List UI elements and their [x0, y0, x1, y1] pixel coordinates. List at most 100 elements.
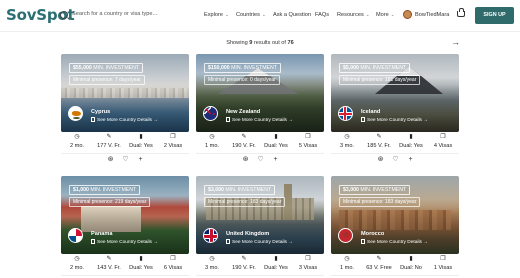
nav-resources[interactable]: Resources ⌄ [337, 12, 370, 18]
stat-processing-time: ◷ 2 mo. [61, 134, 93, 149]
clock-icon: ◷ [74, 134, 80, 140]
clock-icon: ◷ [209, 134, 215, 140]
presence-badge: Minimal presence: 183 days/year [204, 197, 286, 207]
passport-icon: ✎ [376, 134, 382, 140]
stat-visa-free: ✎ 190 V. Fr. [228, 256, 260, 271]
card-actions: ⊛ ♡ + [331, 155, 459, 165]
nav-explore[interactable]: Explore ⌄ [204, 12, 229, 18]
compare-icon[interactable]: ⊛ [106, 155, 115, 164]
card-stats: ◷ 3 mo. ✎ 190 V. Fr. ▮ Dual: Yes ❐ 3 Visas [196, 256, 324, 276]
dual-passport-icon: ▮ [139, 134, 143, 140]
card-actions: ⊛ ♡ + [196, 155, 324, 165]
country-card-united-kingdom[interactable]: $3,000 MIN. INVESTMENT Minimal presence:… [196, 176, 324, 278]
nav-more[interactable]: More ⌄ [376, 12, 395, 18]
passport-icon: ✎ [241, 134, 247, 140]
nav-explore-label: Explore [204, 12, 223, 18]
card-stats: ◷ 2 mo. ✎ 143 V. Fr. ▮ Dual: Yes ❐ 6 Visas [61, 256, 189, 276]
document-icon [226, 239, 230, 244]
country-name[interactable]: Cyprus [91, 109, 110, 115]
clock-icon: ◷ [344, 256, 350, 262]
nav-more-label: More [376, 12, 389, 18]
see-more-details-link[interactable]: See More Country Details → [91, 239, 158, 245]
presence-badge: Minimal presence: 7 days/year [69, 75, 145, 85]
add-icon[interactable]: + [406, 155, 415, 164]
heart-icon[interactable]: ♡ [121, 155, 130, 164]
sign-up-label: SIGN UP [483, 12, 506, 18]
visa-cards-icon: ❐ [440, 256, 446, 262]
country-name[interactable]: Morocco [361, 231, 384, 237]
stat-visa-free: ✎ 177 V. Fr. [93, 134, 125, 149]
stat-visa-free: ✎ 185 V. Fr. [363, 134, 395, 149]
visa-cards-icon: ❐ [305, 134, 311, 140]
passport-icon: ✎ [106, 256, 112, 262]
compare-icon[interactable]: ⊛ [376, 155, 385, 164]
see-more-details-link[interactable]: See More Country Details → [361, 239, 428, 245]
dual-passport-icon: ▮ [274, 134, 278, 140]
search-bar[interactable]: Search for a country or visa type... [60, 10, 190, 22]
nav-resources-label: Resources [337, 12, 364, 18]
see-more-details-link[interactable]: See More Country Details → [226, 239, 293, 245]
min-investment-badge: $1,000 MIN. INVESTMENT [69, 185, 141, 195]
united-kingdom-flag-icon [203, 228, 218, 243]
chevron-down-icon: ⌄ [365, 12, 370, 17]
sign-up-button[interactable]: SIGN UP [475, 7, 514, 24]
iceland-flag-icon [338, 106, 353, 121]
dual-passport-icon: ▮ [274, 256, 278, 262]
search-input[interactable]: Search for a country or visa type... [72, 11, 157, 17]
see-more-details-link[interactable]: See More Country Details → [91, 117, 158, 123]
top-nav: SovSpot Search for a country or visa typ… [0, 0, 520, 32]
stat-visas: ❐ 1 Visas [427, 256, 459, 271]
country-name[interactable]: Iceland [361, 109, 380, 115]
panama-flag-icon [68, 228, 83, 243]
nav-ask-question[interactable]: Ask a Question [273, 12, 311, 18]
nav-faqs[interactable]: FAQs [315, 12, 329, 18]
document-icon [361, 239, 365, 244]
country-card-morocco[interactable]: $3,000 MIN. INVESTMENT Minimal presence:… [331, 176, 459, 278]
stat-dual: ▮ Dual: Yes [395, 134, 427, 149]
add-icon[interactable]: + [271, 155, 280, 164]
avatar[interactable] [403, 10, 412, 19]
passport-icon: ✎ [241, 256, 247, 262]
add-icon[interactable]: + [136, 155, 145, 164]
country-card-panama[interactable]: $1,000 MIN. INVESTMENT Minimal presence:… [61, 176, 189, 278]
country-card-new-zealand[interactable]: $150,000 MIN. INVESTMENT Minimal presenc… [196, 54, 324, 163]
document-icon [91, 117, 95, 122]
stat-visa-free: ✎ 190 V. Fr. [228, 134, 260, 149]
stat-dual: ▮ Dual: Yes [260, 256, 292, 271]
see-more-details-link[interactable]: See More Country Details → [226, 117, 293, 123]
cart-icon[interactable] [457, 8, 465, 17]
stat-visa-free: ✎ 63 V. Free [363, 256, 395, 271]
compare-icon[interactable]: ⊛ [241, 155, 250, 164]
presence-badge: Minimal presence: 181 days/year [339, 75, 421, 85]
user-name[interactable]: BowTiedMara [415, 12, 449, 18]
min-investment-badge: $150,000 MIN. INVESTMENT [204, 63, 281, 73]
card-stats: ◷ 3 mo. ✎ 185 V. Fr. ▮ Dual: Yes ❐ 4 Visas [331, 134, 459, 154]
document-icon [226, 117, 230, 122]
stat-visas: ❐ 3 Visas [292, 256, 324, 271]
country-name[interactable]: United Kingdom [226, 231, 269, 237]
visa-cards-icon: ❐ [170, 134, 176, 140]
presence-badge: Minimal presence: 219 days/year [69, 197, 151, 207]
min-investment-badge: $5,000 MIN. INVESTMENT [339, 63, 411, 73]
nav-countries[interactable]: Countries ⌄ [236, 12, 266, 18]
stat-dual: ▮ Dual: Yes [125, 256, 157, 271]
passport-icon: ✎ [376, 256, 382, 262]
heart-icon[interactable]: ♡ [256, 155, 265, 164]
presence-badge: Minimal presence: 183 days/year [339, 197, 421, 207]
stat-processing-time: ◷ 3 mo. [196, 256, 228, 271]
document-icon [361, 117, 365, 122]
next-page-arrow-icon[interactable]: → [451, 37, 460, 47]
heart-icon[interactable]: ♡ [391, 155, 400, 164]
results-count: 9 [249, 40, 253, 46]
dual-passport-icon: ▮ [139, 256, 143, 262]
results-total: 76 [287, 40, 294, 46]
country-name[interactable]: Panama [91, 231, 112, 237]
passport-icon: ✎ [106, 134, 112, 140]
stat-processing-time: ◷ 1 mo. [331, 256, 363, 271]
see-more-details-link[interactable]: See More Country Details → [361, 117, 428, 123]
country-card-cyprus[interactable]: $55,000 MIN. INVESTMENT Minimal presence… [61, 54, 189, 163]
document-icon [91, 239, 95, 244]
country-card-iceland[interactable]: $5,000 MIN. INVESTMENT Minimal presence:… [331, 54, 459, 163]
country-name[interactable]: New Zealand [226, 109, 260, 115]
stat-processing-time: ◷ 3 mo. [331, 134, 363, 149]
